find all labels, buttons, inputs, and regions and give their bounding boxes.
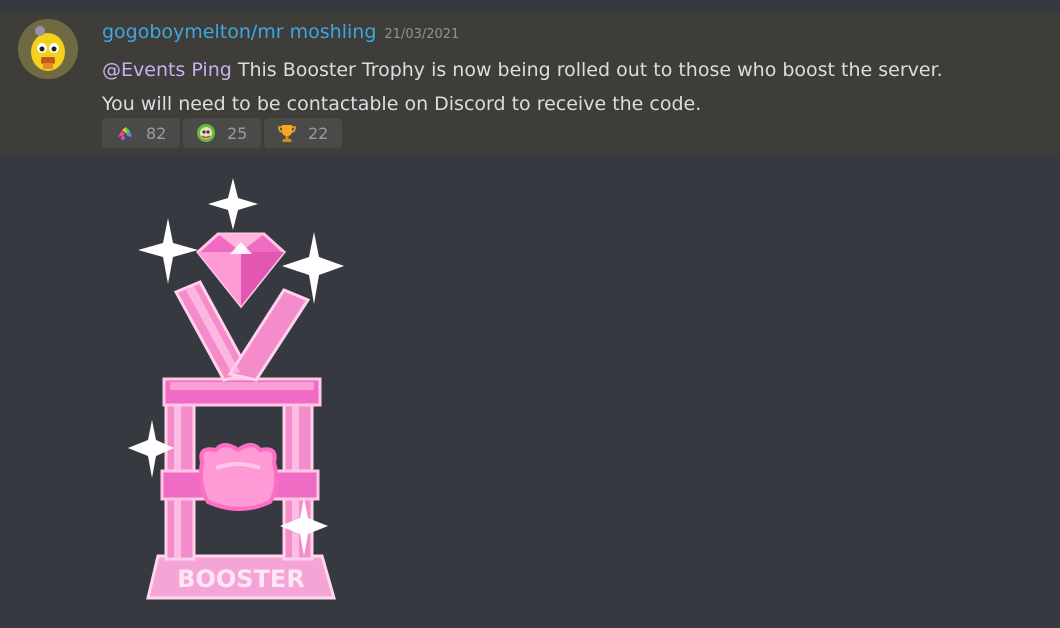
reaction-green-moshling[interactable]: 25 [183,118,261,148]
reactions-bar: 82 25 22 [102,118,342,148]
message-line-1: @Events Ping This Booster Trophy is now … [102,53,1022,87]
moshling-avatar-icon [18,19,78,79]
message-header: gogoboymelton/mr moshling 21/03/2021 [102,21,459,43]
booster-trophy-icon: BOOSTER [128,178,344,600]
trophy-icon [278,125,296,142]
avatar[interactable] [18,19,78,79]
chat-message[interactable]: gogoboymelton/mr moshling 21/03/2021 @Eve… [0,12,1060,155]
message-content: @Events Ping This Booster Trophy is now … [102,53,1022,121]
reaction-count: 25 [227,123,248,143]
message-timestamp: 21/03/2021 [384,27,460,42]
role-mention[interactable]: @Events Ping [102,59,232,81]
channel-top-edge [0,0,1060,12]
message-line-2: You will need to be contactable on Disco… [102,93,702,115]
reaction-count: 22 [308,123,329,143]
booster-trophy-image[interactable]: BOOSTER [120,168,360,608]
author-name[interactable]: gogoboymelton/mr moshling [102,21,376,43]
message-text-1: This Booster Trophy is now being rolled … [231,59,943,81]
reaction-trophy[interactable]: 22 [264,118,342,148]
green-moshling-icon [197,124,215,142]
reaction-count: 82 [146,123,167,143]
reaction-rainbow-moshling[interactable]: 82 [102,118,180,148]
rainbow-moshling-icon [118,127,132,140]
plinth-label: BOOSTER [177,565,305,593]
